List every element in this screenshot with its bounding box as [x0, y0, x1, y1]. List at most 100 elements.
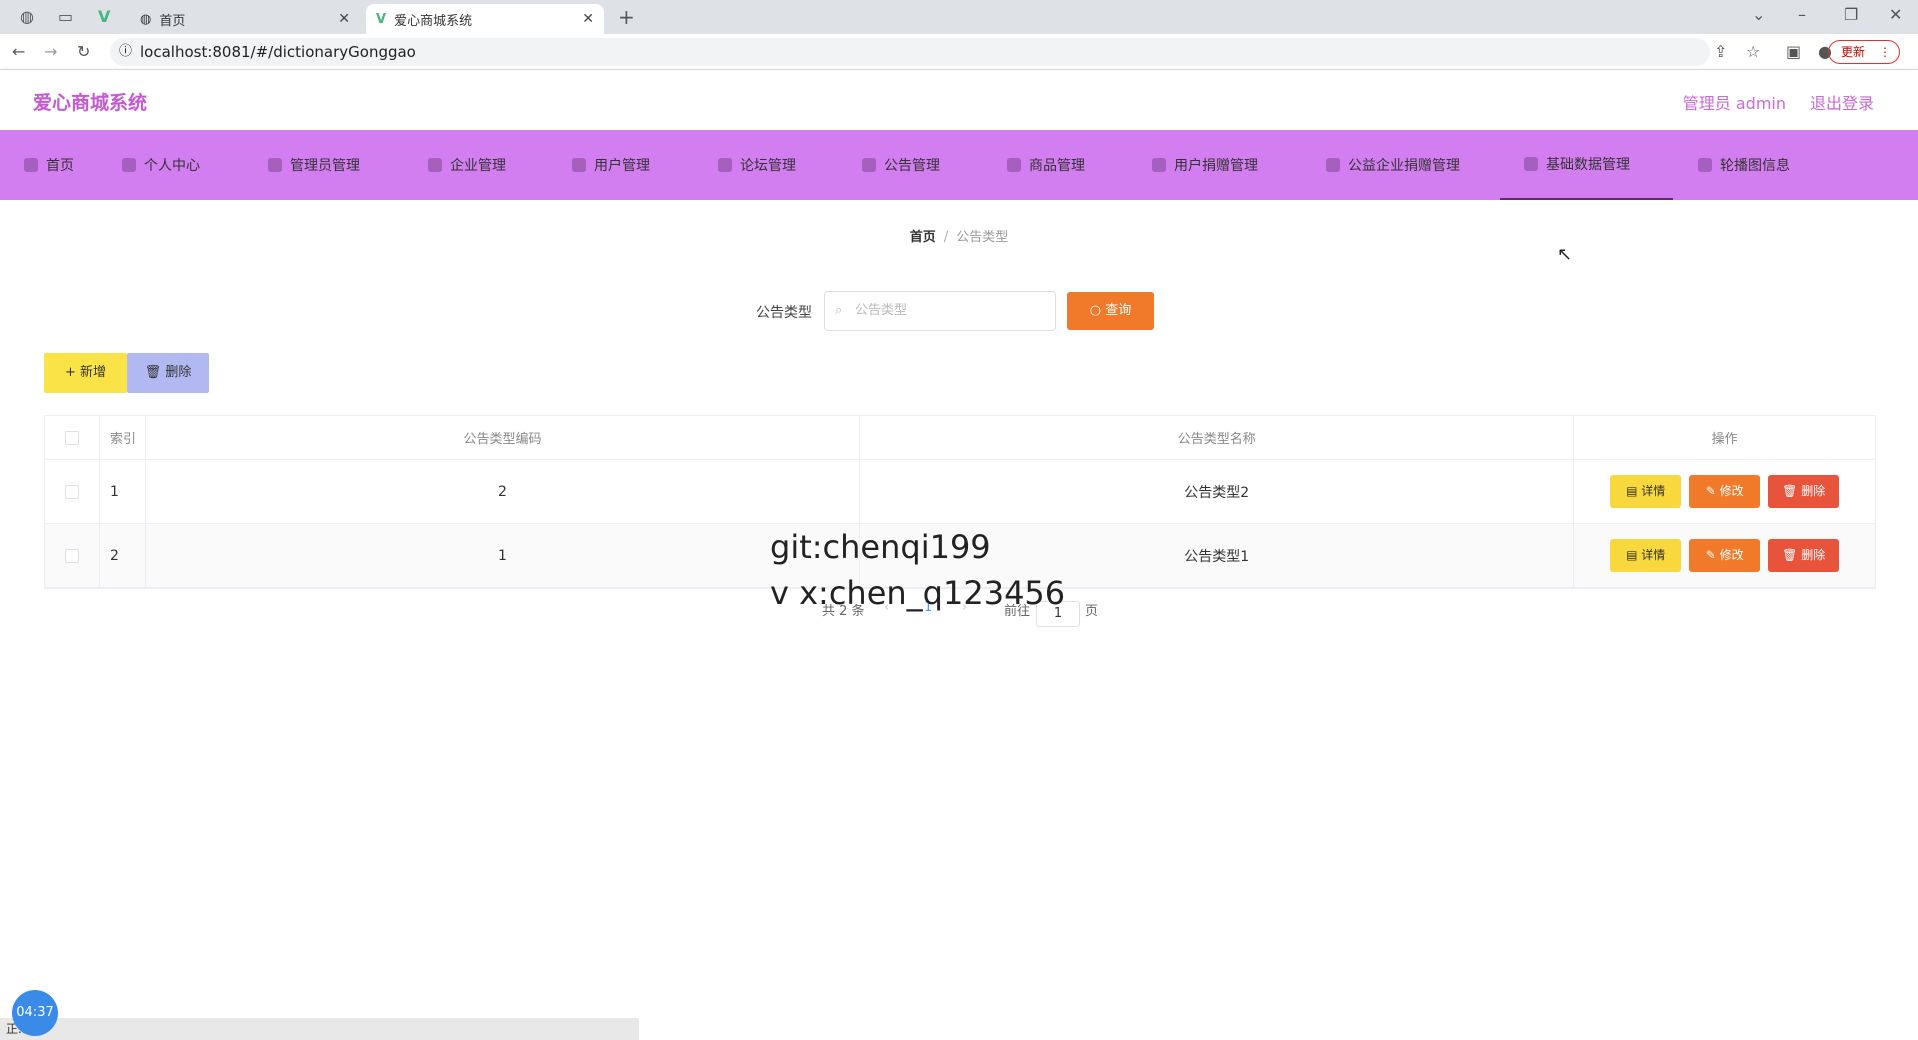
back-icon[interactable]: ← [12, 42, 25, 61]
nav-label: 企业管理 [450, 158, 506, 174]
nav-item-home[interactable]: 首页 [24, 130, 74, 200]
recording-timer: 04:37 [12, 990, 58, 1036]
search-input[interactable]: ⌕ 公告类型 [824, 291, 1056, 331]
home-icon [24, 158, 38, 172]
delete-button[interactable]: 🗑 删除 [1768, 539, 1840, 572]
tab-home[interactable]: ◍ 首页 ✕ [130, 4, 360, 34]
nav-label: 轮播图信息 [1720, 158, 1790, 174]
blank-tab-icon[interactable]: ▭ [58, 7, 73, 26]
pencil-icon: ✎ [1705, 548, 1720, 562]
row-code: 1 [146, 524, 861, 587]
nav-item-products[interactable]: 商品管理 [1007, 130, 1085, 200]
globe-icon: ◍ [140, 11, 152, 27]
nav-item-users[interactable]: 用户管理 [572, 130, 650, 200]
header-code: 公告类型编码 [146, 416, 861, 459]
add-button[interactable]: + 新增 [44, 353, 127, 393]
breadcrumb-home[interactable]: 首页 [910, 230, 936, 245]
update-button[interactable]: 更新 ⋮ [1828, 40, 1900, 64]
tab-app[interactable]: V 爱心商城系统 ✕ [366, 4, 604, 34]
tab-title: 首页 [159, 13, 186, 29]
nav-item-notices[interactable]: 公告管理 [862, 130, 940, 200]
list-icon [268, 158, 282, 172]
table-row: 1 2 公告类型2 ▤ 详情 ✎ 修改 🗑 删除 [45, 460, 1875, 524]
nav-item-forum[interactable]: 论坛管理 [718, 130, 796, 200]
query-button[interactable]: ○ 查询 [1067, 292, 1154, 330]
admin-label: 管理员 admin [1682, 94, 1786, 113]
charity-icon [1326, 158, 1340, 172]
nav-label: 公益企业捐赠管理 [1348, 158, 1460, 174]
batch-delete-button[interactable]: 🗑 删除 [127, 353, 209, 393]
detail-button[interactable]: ▤ 详情 [1610, 475, 1682, 508]
notice-icon [862, 158, 876, 172]
mouse-cursor-icon: ↖ [1557, 244, 1573, 265]
minimize-icon[interactable]: – [1798, 5, 1806, 24]
nav-label: 论坛管理 [740, 158, 796, 174]
header-checkbox-cell [45, 416, 100, 459]
row-checkbox-cell [45, 524, 100, 587]
app-header: 爱心商城系统 管理员 admin 退出登录 [0, 70, 1918, 130]
edit-label: 修改 [1719, 548, 1744, 562]
edit-label: 修改 [1719, 484, 1744, 498]
nav-label: 商品管理 [1029, 158, 1085, 174]
delete-label: 删除 [1801, 548, 1826, 562]
pencil-icon: ✎ [1705, 484, 1720, 498]
delete-button[interactable]: 🗑 删除 [1768, 475, 1840, 508]
doc-icon: ▤ [1626, 548, 1642, 562]
nav-item-admins[interactable]: 管理员管理 [268, 130, 360, 200]
row-ops: ▤ 详情 ✎ 修改 🗑 删除 [1574, 460, 1875, 523]
row-checkbox[interactable] [64, 548, 79, 563]
forward-icon[interactable]: → [44, 42, 57, 61]
sidepanel-icon[interactable]: ▣ [1786, 42, 1801, 61]
tab-title: 爱心商城系统 [394, 13, 473, 29]
address-bar: ← → ↻ ⓘ localhost:8081/#/dictionaryGongg… [0, 34, 1918, 70]
breadcrumb: 首页 / 公告类型 [0, 226, 1918, 245]
info-icon: ⓘ [119, 44, 133, 59]
nav-item-companies[interactable]: 企业管理 [428, 130, 506, 200]
nav-item-profile[interactable]: 个人中心 [122, 130, 200, 200]
database-icon [1524, 157, 1538, 171]
edit-button[interactable]: ✎ 修改 [1689, 475, 1761, 508]
delete-label: 删除 [1801, 484, 1826, 498]
detail-button[interactable]: ▤ 详情 [1610, 539, 1682, 572]
select-all-checkbox[interactable] [64, 430, 79, 445]
star-icon[interactable]: ☆ [1746, 42, 1760, 61]
search-icon: ○ [1089, 303, 1106, 318]
reload-icon[interactable]: ↻ [77, 42, 90, 61]
nav-item-company-donations[interactable]: 公益企业捐赠管理 [1326, 130, 1460, 200]
users-icon [572, 158, 586, 172]
breadcrumb-current: 公告类型 [956, 230, 1009, 245]
query-label: 查询 [1105, 303, 1132, 318]
close-icon[interactable]: ✕ [338, 11, 350, 27]
delete-label: 删除 [165, 365, 192, 380]
row-index: 2 [100, 524, 146, 587]
header-name: 公告类型名称 [860, 416, 1575, 459]
doc-icon: ▤ [1626, 484, 1642, 498]
nav-item-basic-data[interactable]: 基础数据管理 [1500, 130, 1673, 200]
trash-icon: 🗑 [1782, 484, 1802, 498]
close-icon[interactable]: ✕ [582, 11, 594, 27]
nav-label: 公告管理 [884, 158, 940, 174]
url-field[interactable]: ⓘ localhost:8081/#/dictionaryGonggao [110, 38, 1710, 66]
vue-logo-icon[interactable]: V [98, 7, 110, 26]
image-icon [1698, 158, 1712, 172]
edit-button[interactable]: ✎ 修改 [1689, 539, 1761, 572]
restore-icon[interactable]: ❐ [1844, 5, 1858, 24]
row-ops: ▤ 详情 ✎ 修改 🗑 删除 [1574, 524, 1875, 587]
new-tab-icon[interactable]: + [618, 5, 635, 29]
search-icon: ⌕ [835, 303, 843, 318]
header-ops: 操作 [1711, 432, 1738, 447]
nav-item-carousel[interactable]: 轮播图信息 [1698, 130, 1790, 200]
chevron-down-icon[interactable]: ⌄ [1752, 5, 1765, 24]
row-checkbox[interactable] [64, 484, 79, 499]
donation-icon [1152, 158, 1166, 172]
logout-link[interactable]: 退出登录 [1810, 90, 1874, 114]
nav-label: 基础数据管理 [1546, 157, 1630, 173]
globe-icon[interactable]: ◍ [20, 7, 34, 26]
vue-logo-icon: V [376, 11, 387, 27]
nav-item-user-donations[interactable]: 用户捐赠管理 [1152, 130, 1258, 200]
watermark-line2: v x:chen_q123456 [770, 574, 1066, 612]
browser-tabstrip: ◍ ▭ V ◍ 首页 ✕ V 爱心商城系统 ✕ + ⌄ – ❐ ✕ [0, 0, 1918, 34]
row-index: 1 [100, 460, 146, 523]
share-icon[interactable]: ⇪ [1714, 42, 1727, 61]
close-window-icon[interactable]: ✕ [1889, 5, 1902, 24]
